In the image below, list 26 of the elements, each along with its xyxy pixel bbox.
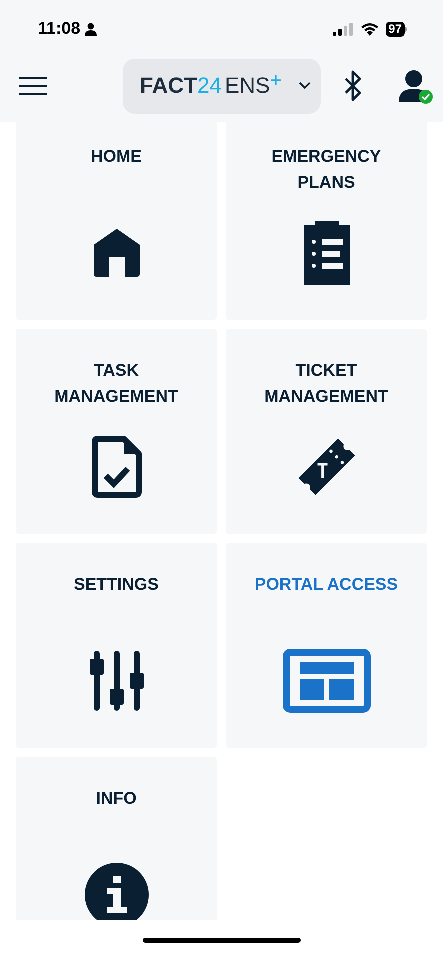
battery-level: 97	[386, 22, 405, 36]
logo-number: 24	[197, 75, 222, 97]
chevron-down-icon	[299, 82, 311, 90]
bluetooth-button[interactable]	[343, 69, 363, 103]
wifi-icon	[360, 22, 379, 36]
clipboard-list-icon	[304, 221, 350, 285]
menu-tile[interactable]: EMERGENCY PLANS	[226, 122, 427, 320]
status-time: 11:08	[38, 18, 81, 40]
app-switcher[interactable]: FACT24 ENS+	[123, 58, 321, 114]
menu-tile[interactable]: TASK MANAGEMENT	[16, 329, 217, 534]
profile-button[interactable]	[399, 68, 433, 104]
logo-brand: FACT	[140, 75, 198, 97]
menu-button[interactable]	[19, 74, 49, 98]
house-icon	[94, 229, 140, 277]
logo-product: ENS	[224, 75, 270, 97]
menu-tile[interactable]: SETTINGS	[16, 543, 217, 748]
menu-tile[interactable]: TICKET MANAGEMENT	[226, 329, 427, 534]
menu-tile[interactable]: INFO	[16, 757, 217, 920]
signal-icon	[332, 22, 354, 36]
logo-plus: +	[270, 71, 282, 91]
person-icon	[84, 22, 97, 36]
layout-window-icon	[282, 649, 370, 713]
menu-tile[interactable]: HOME	[16, 122, 217, 320]
menu-tile[interactable]: PORTAL ACCESS	[226, 543, 427, 748]
info-icon	[84, 863, 148, 920]
document-check-icon	[92, 436, 142, 498]
